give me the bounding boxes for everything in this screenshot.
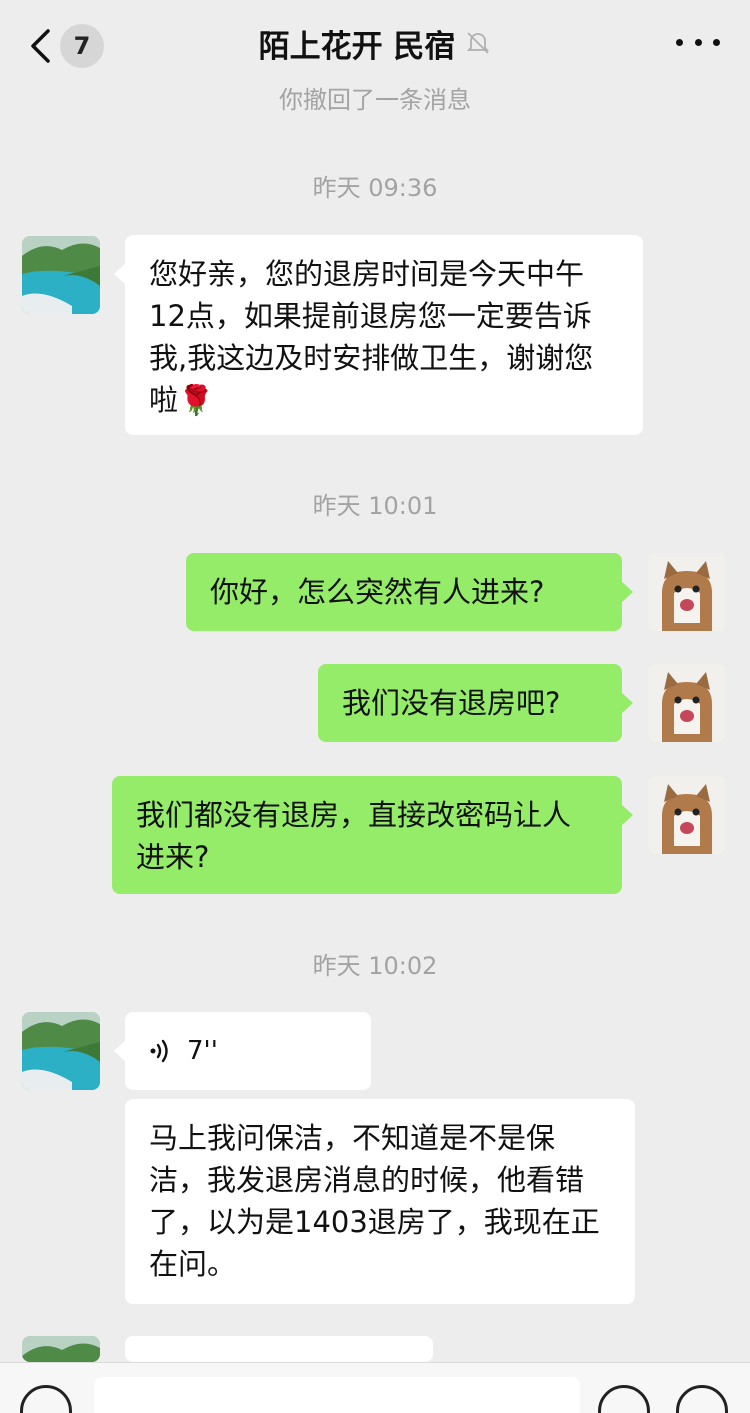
voice-message-bubble[interactable]: 7'' — [114, 1012, 371, 1090]
cat-photo-image — [648, 664, 726, 742]
lake-landscape-image — [22, 1012, 100, 1090]
timestamp: 昨天 10:01 — [312, 492, 438, 520]
contact-avatar[interactable] — [22, 236, 100, 314]
plus-icon[interactable] — [676, 1385, 728, 1413]
incoming-message-bubble[interactable] — [125, 1336, 433, 1362]
message-text: 我们都没有退房，直接改密码让人进来? — [136, 798, 572, 874]
timestamp: 昨天 09:36 — [312, 174, 438, 202]
back-button[interactable]: 7 — [28, 24, 104, 68]
recall-notice: 你撤回了一条消息 — [279, 86, 471, 114]
contact-avatar[interactable] — [22, 1012, 100, 1090]
timestamp: 昨天 10:02 — [312, 952, 438, 980]
contact-avatar[interactable] — [22, 1336, 100, 1362]
input-bar — [0, 1362, 750, 1413]
bell-off-icon — [467, 32, 490, 54]
my-avatar[interactable] — [648, 664, 726, 742]
cat-photo-image — [648, 553, 726, 631]
message-text: 您好亲，您的退房时间是今天中午12点，如果提前退房您一定要告诉我,我这边及时安排… — [149, 257, 594, 417]
more-dots-icon — [676, 38, 683, 46]
chat-title: 陌上花开 民宿 — [258, 28, 456, 65]
unread-count-badge: 7 — [60, 24, 104, 68]
my-avatar[interactable] — [648, 776, 726, 854]
incoming-message-bubble[interactable]: 您好亲，您的退房时间是今天中午12点，如果提前退房您一定要告诉我,我这边及时安排… — [114, 235, 643, 435]
lake-landscape-image — [22, 1336, 100, 1362]
incoming-message-bubble[interactable]: 马上我问保洁，不知道是不是保洁，我发退房消息的时候，他看错了，以为是1403退房… — [125, 1099, 635, 1304]
voice-wave-icon — [150, 1039, 168, 1063]
my-avatar[interactable] — [648, 553, 726, 631]
voice-input-icon[interactable] — [20, 1385, 72, 1413]
chevron-left-icon — [31, 29, 50, 63]
more-options-button[interactable] — [676, 30, 720, 54]
lake-landscape-image — [22, 236, 100, 314]
message-input[interactable] — [94, 1377, 580, 1413]
voice-duration: 7'' — [187, 1036, 218, 1066]
chat-title-group[interactable]: 陌上花开 民宿 — [259, 21, 492, 66]
message-text: 我们没有退房吧? — [342, 686, 561, 720]
outgoing-message-bubble[interactable]: 你好，怎么突然有人进来? — [186, 553, 633, 631]
message-text: 马上我问保洁，不知道是不是保洁，我发退房消息的时候，他看错了，以为是1403退房… — [149, 1121, 600, 1281]
emoji-icon[interactable] — [598, 1385, 650, 1413]
chat-header: 7 陌上花开 民宿 — [0, 0, 750, 86]
cat-photo-image — [648, 776, 726, 854]
outgoing-message-bubble[interactable]: 我们没有退房吧? — [318, 664, 633, 742]
message-text: 你好，怎么突然有人进来? — [210, 575, 545, 609]
outgoing-message-bubble[interactable]: 我们都没有退房，直接改密码让人进来? — [112, 776, 633, 894]
